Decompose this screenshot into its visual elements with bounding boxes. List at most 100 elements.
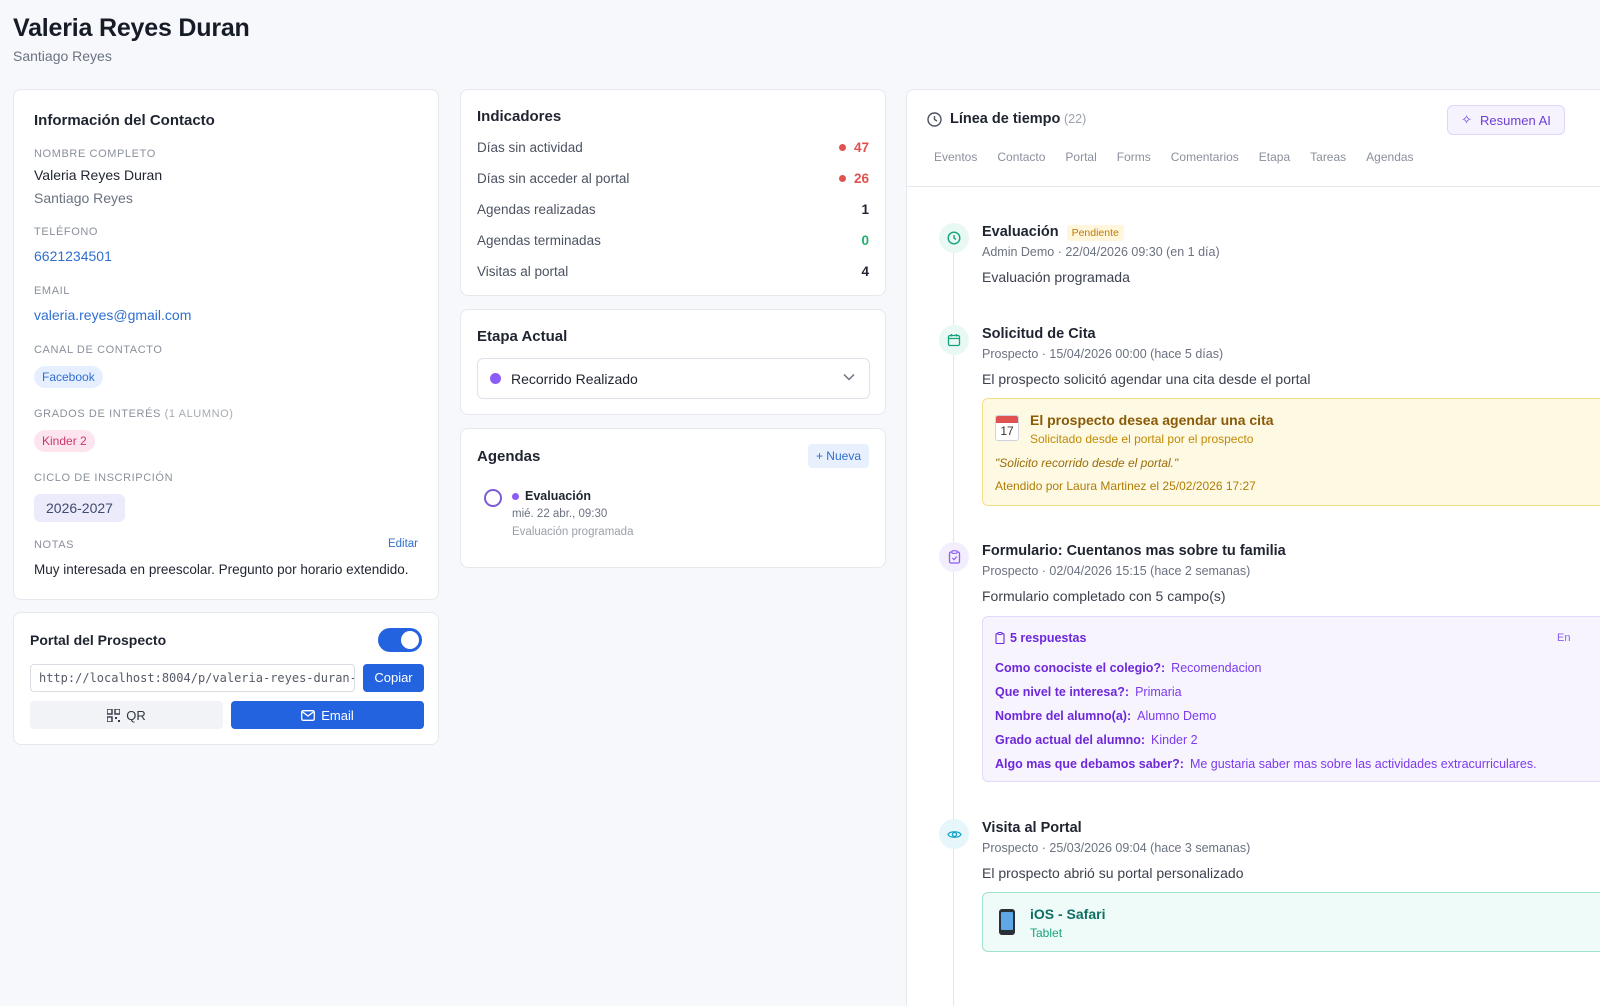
grades-label-text: GRADOS DE INTERÉS [34,408,161,420]
qr-label: QR [126,707,146,723]
box-subtitle: Solicitado desde el portal por el prospe… [1030,432,1254,446]
response-answer: Alumno Demo [1137,709,1217,723]
event-meta: Prospecto · 15/04/2026 00:00 (hace 5 día… [982,347,1224,361]
eye-icon [939,819,969,849]
mobile-device-icon [999,909,1015,935]
event-meta: Admin Demo · 22/04/2026 09:30 (en 1 día) [982,245,1220,259]
indicators-card: Indicadores Días sin actividad 47 Días s… [460,89,886,296]
stage-value: Recorrido Realizado [511,370,638,387]
page-subtitle: Santiago Reyes [13,48,112,64]
indicator-number: 47 [853,139,869,155]
tab-eventos[interactable]: Eventos [934,150,977,164]
event-title: Formulario: Cuentanos mas sobre tu famil… [982,543,1286,559]
stage-select[interactable]: Recorrido Realizado [477,358,870,399]
device-box: iOS - Safari Tablet [982,892,1600,952]
new-agenda-button[interactable]: + Nueva [807,444,869,468]
response-answer: Recomendacion [1171,661,1262,675]
device-type: Tablet [1030,926,1063,940]
indicator-value: 1 [861,201,869,217]
ai-summary-button[interactable]: ✧ Resumen AI [1447,105,1565,135]
stage-title: Etapa Actual [477,328,568,345]
event-desc: El prospecto abrió su portal personaliza… [982,865,1244,881]
response-answer: Kinder 2 [1151,733,1198,747]
full-name: Valeria Reyes Duran [34,167,163,183]
expand-link[interactable]: En [1557,632,1570,644]
sparkle-icon: ✧ [1461,112,1473,127]
event-title: Visita al Portal [982,820,1082,836]
phone-label: TELÉFONO [34,226,99,238]
indicator-label: Agendas terminadas [477,232,601,248]
tab-contacto[interactable]: Contacto [997,150,1045,164]
notes-label: NOTAS [34,539,75,551]
response-row: Algo mas que debamos saber?: Me gustaria … [995,757,1537,771]
event-clock-icon [939,223,969,253]
clock-icon [927,112,942,127]
status-badge: Pendiente [1066,225,1124,241]
portal-title: Portal del Prospecto [30,632,167,648]
indicator-label: Agendas realizadas [477,201,596,217]
indicator-value: 47 [838,139,869,155]
parent-name: Santiago Reyes [34,190,133,206]
channel-badge: Facebook [34,366,103,388]
indicator-row: Visitas al portal 4 [477,261,869,281]
response-question: Que nivel te interesa?: [995,685,1130,699]
indicator-value: 26 [838,171,869,186]
portal-toggle[interactable] [378,628,422,652]
cycle-label: CICLO DE INSCRIPCIÓN [34,472,174,484]
tab-tareas[interactable]: Tareas [1310,150,1346,164]
mail-icon [301,709,316,721]
phone-link[interactable]: 6621234501 [34,248,112,264]
calendar-emoji-icon: 17 [995,415,1019,441]
response-row: Que nivel te interesa?: Primaria [995,685,1182,699]
stage-card: Etapa Actual Recorrido Realizado [460,309,886,415]
email-button[interactable]: Email [231,701,424,729]
calendar-icon [939,325,969,355]
timeline-count: (22) [1064,112,1087,126]
portal-card: Portal del Prospecto http://localhost:80… [13,612,439,745]
event-title: Evaluación Pendiente [982,224,1124,241]
clipboard-small-icon [995,632,1005,644]
event-title-text: Evaluación [982,224,1059,240]
tab-comentarios[interactable]: Comentarios [1171,150,1239,164]
response-row: Como conociste el colegio?: Recomendacion [995,661,1262,675]
agenda-item-title[interactable]: Evaluación [512,489,591,503]
alert-dot-icon [838,143,846,151]
request-quote: "Solicito recorrido desde el portal." [995,456,1179,470]
agenda-title-text: Evaluación [525,489,591,503]
grades-count: (1 ALUMNO) [164,408,234,420]
qr-button[interactable]: QR [30,701,223,729]
appointment-request-box: 17 El prospecto desea agendar una cita S… [982,398,1600,506]
agendas-title: Agendas [477,448,541,465]
timeline-title: Línea de tiempo [950,111,1061,127]
event-meta: Prospecto · 25/03/2026 09:04 (hace 3 sem… [982,841,1251,855]
box-title: El prospecto desea agendar una cita [1030,412,1274,428]
event-desc: Evaluación programada [982,269,1130,285]
cycle-badge: 2026-2027 [34,494,125,522]
tab-portal[interactable]: Portal [1065,150,1096,164]
response-answer: Primaria [1135,685,1182,699]
edit-notes-link[interactable]: Editar [388,538,418,550]
tab-agendas[interactable]: Agendas [1366,150,1413,164]
email-link[interactable]: valeria.reyes@gmail.com [34,307,191,323]
clipboard-icon [939,542,969,572]
event-meta: Prospecto · 02/04/2026 15:15 (hace 2 sem… [982,564,1251,578]
tab-forms[interactable]: Forms [1117,150,1151,164]
response-question: Nombre del alumno(a): [995,709,1132,723]
stage-dot-icon [490,373,501,384]
copy-button[interactable]: Copiar [363,664,424,692]
event-desc: Formulario completado con 5 campo(s) [982,588,1226,604]
indicator-row: Días sin acceder al portal 26 [477,168,869,188]
attended-by: Atendido por Laura Martinez el 25/02/202… [995,479,1256,493]
event-title: Solicitud de Cita [982,326,1096,342]
tab-etapa[interactable]: Etapa [1259,150,1290,164]
portal-url-input[interactable]: http://localhost:8004/p/valeria-reyes-du… [30,664,355,692]
indicator-value: 0 [861,232,869,248]
qr-icon [107,708,121,722]
response-row: Grado actual del alumno: Kinder 2 [995,733,1198,747]
email-label: Email [321,707,354,723]
complete-circle-icon[interactable] [484,489,502,507]
form-responses-box: 5 respuestas En Como conociste el colegi… [982,616,1600,782]
response-answer: Me gustaria saber mas sobre las activida… [1189,757,1537,771]
timeline-tabs: Eventos Contacto Portal Forms Comentario… [934,150,1414,164]
timeline-header: Línea de tiempo (22) ✧ Resumen AI Evento… [907,90,1600,187]
